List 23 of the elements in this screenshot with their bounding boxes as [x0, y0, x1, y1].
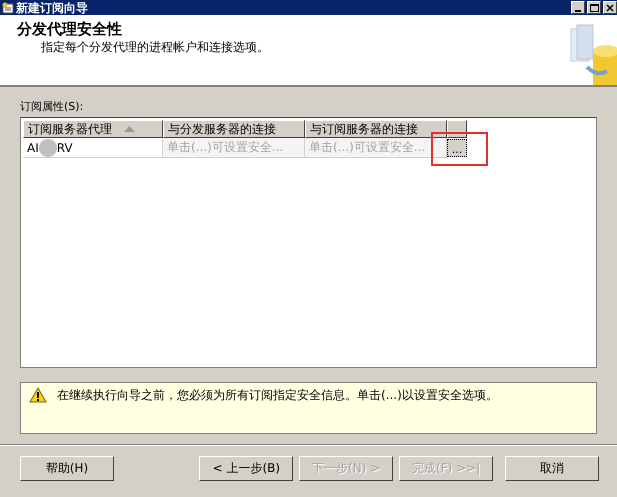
ellipsis-button[interactable]: ...	[447, 139, 467, 157]
wizard-button[interactable]: < 上一步(B)	[199, 456, 294, 481]
minimize-icon	[575, 10, 581, 12]
close-icon	[606, 4, 614, 12]
column-header[interactable]: 订阅服务器代理	[23, 120, 163, 138]
minimize-button[interactable]	[571, 1, 585, 14]
table-cell: 单击(...)可设置安全...	[163, 138, 305, 158]
page-subtitle: 指定每个分发代理的进程帐户和连接选项。	[41, 39, 269, 56]
maximize-icon	[590, 4, 598, 12]
table-cell: 单击(...)可设置安全...	[305, 138, 447, 158]
window-title: 新建订阅向导	[16, 0, 88, 14]
wizard-button[interactable]: 帮助(H)	[20, 456, 114, 481]
page-title: 分发代理安全性	[17, 20, 123, 39]
message-text: 在继续执行向导之前，您必须为所有订阅指定安全信息。单击(...)以设置安全选项。	[57, 387, 498, 404]
table-cell: AI RV	[23, 138, 163, 158]
maximize-button[interactable]	[587, 1, 601, 14]
close-button[interactable]	[603, 1, 617, 14]
column-header[interactable]: 与分发服务器的连接	[163, 120, 305, 138]
warning-icon	[29, 387, 47, 403]
column-header[interactable]: 与订阅服务器的连接	[305, 120, 447, 138]
redaction-mark	[38, 138, 57, 156]
wizard-button[interactable]: 取消	[505, 456, 599, 481]
grid-label: 订阅属性(S):	[20, 99, 84, 114]
